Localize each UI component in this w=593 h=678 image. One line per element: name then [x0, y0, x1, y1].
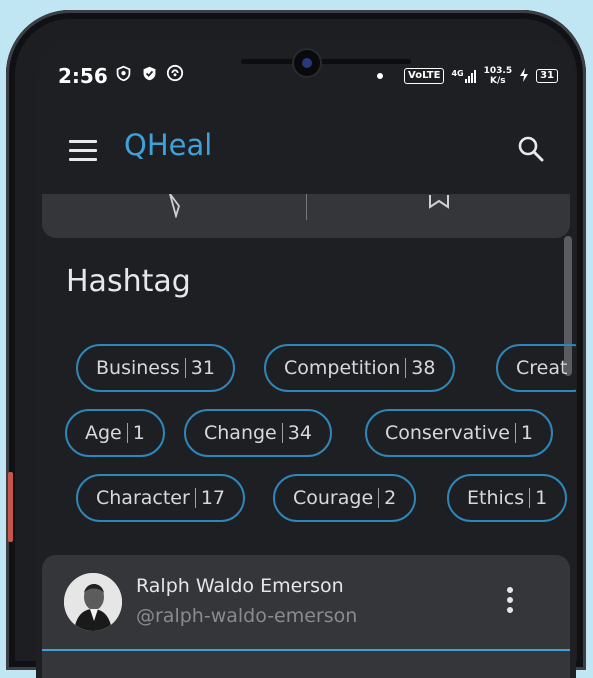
- chip-count: 1: [520, 422, 533, 444]
- shield-check-icon: [140, 64, 158, 82]
- phone-frame: 2:56 VoLTE 4G 103.5 K/s 31 QHeal Hashtag…: [6, 10, 586, 678]
- card-accent-line: [42, 649, 570, 651]
- chip-count: 2: [384, 487, 397, 509]
- hashtag-chip-character[interactable]: Character 17: [76, 474, 245, 522]
- chip-count: 31: [190, 357, 215, 379]
- chip-label: Ethics: [467, 487, 525, 509]
- chip-label: Conservative: [385, 422, 510, 444]
- chip-count: 34: [287, 422, 312, 444]
- avatar[interactable]: [64, 573, 122, 631]
- hashtag-chip-change[interactable]: Change 34: [184, 409, 332, 457]
- status-right-group: VoLTE 4G 103.5 K/s 31: [377, 66, 558, 86]
- author-handle: @ralph-waldo-emerson: [136, 605, 358, 627]
- hashtag-chip-conservative[interactable]: Conservative 1: [365, 409, 553, 457]
- vpn-icon: [166, 64, 184, 82]
- hamburger-menu-icon[interactable]: [69, 140, 97, 162]
- hashtag-chip-business[interactable]: Business 31: [76, 344, 235, 392]
- author-name[interactable]: Ralph Waldo Emerson: [136, 575, 344, 597]
- charging-icon: [519, 67, 529, 85]
- chip-label: Creat: [516, 357, 568, 379]
- signal-type-label: 4G: [451, 69, 464, 78]
- hashtag-chip-courage[interactable]: Courage 2: [273, 474, 417, 522]
- more-vertical-icon[interactable]: [506, 587, 514, 615]
- network-speed: 103.5 K/s: [484, 66, 512, 86]
- quote-card-actions: [42, 193, 570, 238]
- chip-label: Business: [96, 357, 180, 379]
- author-card[interactable]: Ralph Waldo Emerson @ralph-waldo-emerson: [42, 555, 570, 678]
- hashtag-chip-creat[interactable]: Creat: [496, 344, 576, 392]
- side-button: [8, 472, 13, 542]
- volte-badge: VoLTE: [404, 68, 445, 84]
- hashtag-chip-competition[interactable]: Competition 38: [264, 344, 456, 392]
- search-icon[interactable]: [516, 134, 546, 164]
- hashtag-chip-age[interactable]: Age 1: [65, 409, 165, 457]
- chip-count: 17: [200, 487, 225, 509]
- app-title: QHeal: [124, 128, 213, 162]
- shield-icon: [114, 64, 132, 82]
- screen: 2:56 VoLTE 4G 103.5 K/s 31 QHeal Hashtag…: [36, 38, 576, 678]
- hashtag-chip-ethics[interactable]: Ethics 1: [447, 474, 568, 522]
- status-notification-icons: [114, 64, 184, 82]
- chip-label: Courage: [293, 487, 374, 509]
- chip-count: 1: [535, 487, 548, 509]
- chip-label: Competition: [284, 357, 401, 379]
- send-icon[interactable]: [166, 193, 190, 220]
- chip-label: Character: [96, 487, 190, 509]
- network-speed-unit: K/s: [490, 76, 506, 86]
- bookmark-icon[interactable]: [428, 194, 450, 209]
- status-time: 2:56: [58, 64, 108, 88]
- network-speed-value: 103.5: [483, 66, 513, 76]
- chip-label: Change: [204, 422, 277, 444]
- hashtag-section-title: Hashtag: [66, 264, 191, 299]
- battery-level: 31: [536, 69, 558, 83]
- notification-dot-icon: [377, 73, 384, 79]
- signal-icon: 4G: [451, 69, 476, 83]
- chip-label: Age: [85, 422, 122, 444]
- status-bar: 2:56 VoLTE 4G 103.5 K/s 31: [36, 38, 576, 98]
- chip-count: 38: [411, 357, 436, 379]
- front-camera: [294, 50, 320, 76]
- chip-count: 1: [132, 422, 145, 444]
- action-divider: [306, 194, 307, 220]
- app-bar: QHeal: [36, 98, 576, 194]
